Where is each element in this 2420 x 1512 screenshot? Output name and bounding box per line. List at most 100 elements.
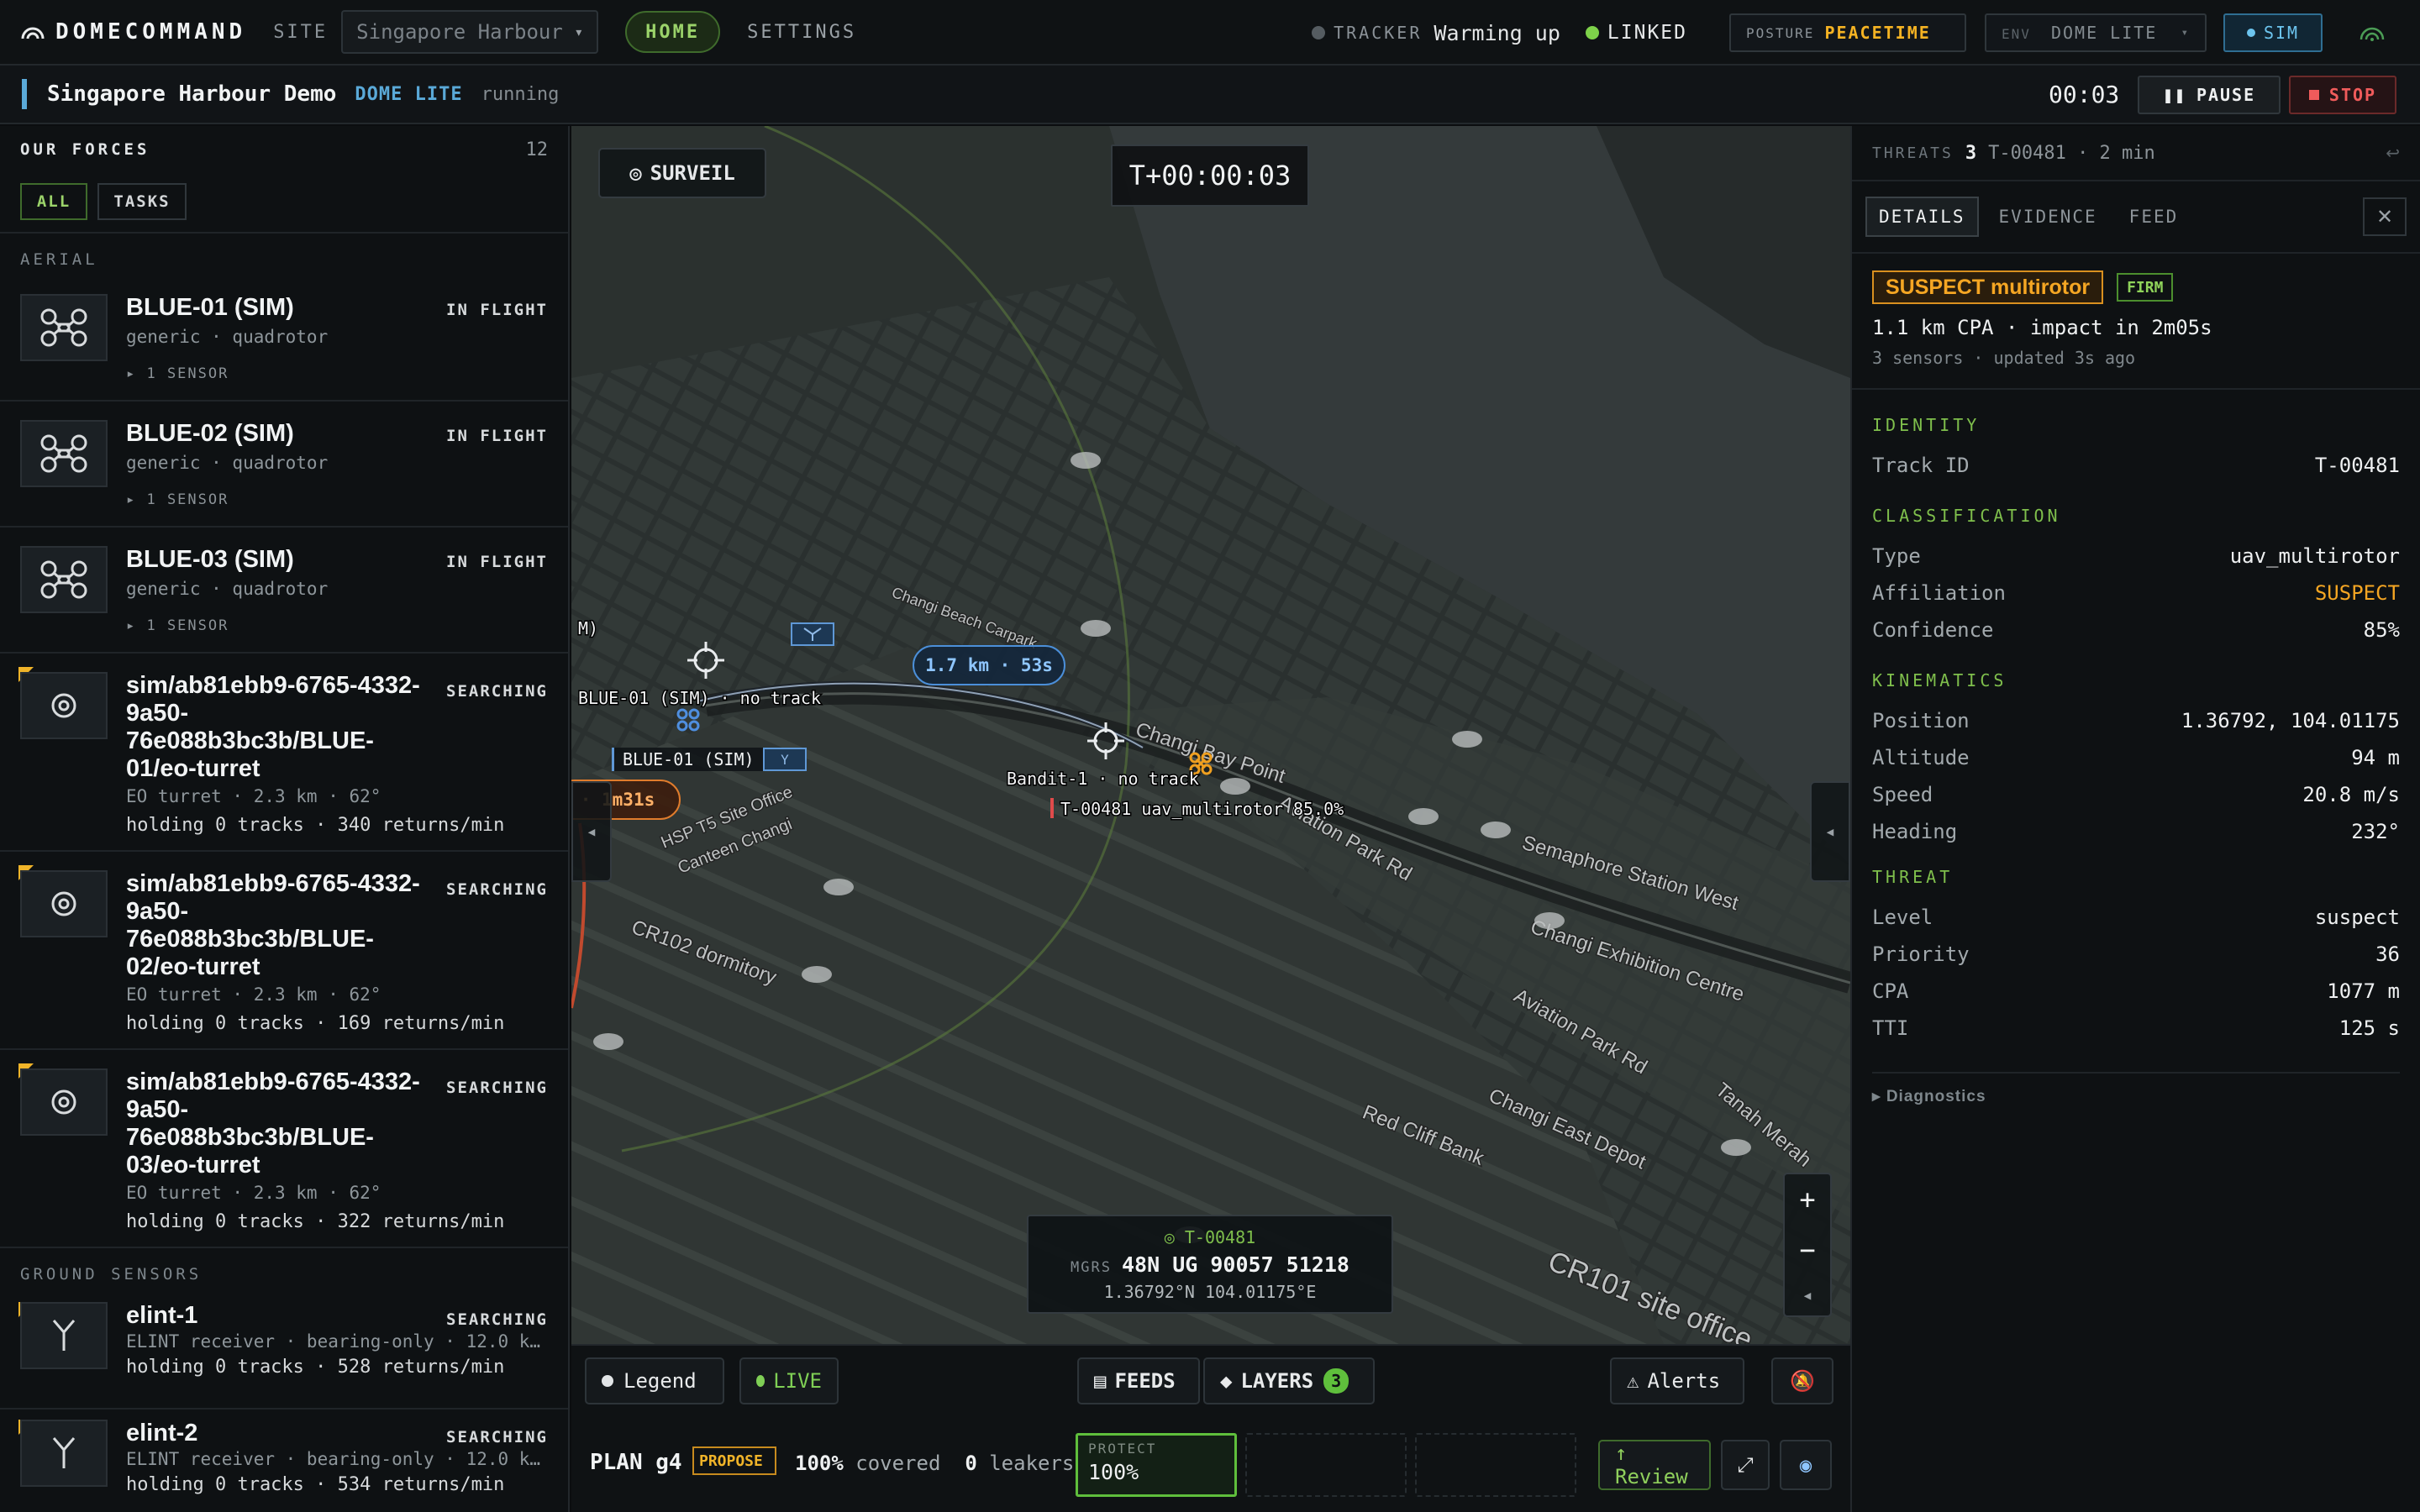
- classification-header: CLASSIFICATION: [1872, 506, 2061, 526]
- unit-type: generic · quadrotor: [126, 327, 329, 347]
- target-icon: ◎: [1164, 1226, 1175, 1247]
- live-button[interactable]: LIVE: [739, 1357, 839, 1404]
- feeds-button[interactable]: ▤ FEEDS: [1077, 1357, 1200, 1404]
- map-view[interactable]: Changi Bay Point Aviation Park Rd Semaph…: [571, 126, 1850, 1344]
- proposed-badge: PROPOSE: [692, 1446, 776, 1475]
- env-label: ENV: [2002, 26, 2031, 42]
- mgrs-value: 48N UG 90057 51218: [1122, 1252, 1349, 1277]
- detail-row: Type uav_multirotor: [1872, 544, 2400, 568]
- mission-clock: T+00:00:03: [1111, 144, 1309, 207]
- scenario-bar: Singapore Harbour Demo DOME LITE running…: [0, 66, 2420, 124]
- collapse-icon[interactable]: ↩: [2386, 143, 2400, 164]
- pause-icon: ❚❚: [2162, 85, 2186, 105]
- sensor-count[interactable]: ▸ 1 SENSOR: [126, 491, 548, 508]
- unit-status: SEARCHING: [446, 1079, 548, 1097]
- layers-icon: ◆: [1220, 1369, 1233, 1393]
- scenario-state: running: [481, 83, 560, 105]
- warning-icon: ⚠: [1627, 1369, 1639, 1393]
- list-item[interactable]: sim/ab81ebb9-6765-4332- 9a50- 76e088b3bc3b…: [0, 852, 568, 1050]
- list-item[interactable]: BLUE-03 (SIM) generic · quadrotor IN FLI…: [0, 528, 568, 654]
- diagnostics-toggle[interactable]: ▸ Diagnostics: [1872, 1072, 2400, 1106]
- detail-row: CPA 1077 m: [1872, 979, 2400, 1003]
- coverage-summary: 100% covered 0 leakers: [795, 1452, 1075, 1475]
- threats-summary[interactable]: T-00481 · 2 min: [1988, 143, 2155, 164]
- detail-row: Track ID T-00481: [1872, 454, 2400, 477]
- threats-count: 3: [1965, 142, 1977, 164]
- posture-pill[interactable]: POSTURE PEACETIME: [1729, 13, 1966, 52]
- detail-row: Affiliation SUSPECT: [1872, 581, 2400, 605]
- unit-tracks: holding 0 tracks · 528 returns/min: [126, 1357, 505, 1378]
- unit-tracks: holding 0 tracks · 534 returns/min: [126, 1474, 505, 1495]
- tab-details[interactable]: DETAILS: [1865, 197, 1979, 237]
- sensor-count[interactable]: ▸ 1 SENSOR: [126, 365, 548, 382]
- dome-logo-icon: [21, 27, 45, 39]
- threat-label[interactable]: T-00481 uav_multirotor 85.0%: [1060, 798, 1345, 821]
- satellite-map[interactable]: Changi Bay Point Aviation Park Rd Semaph…: [571, 126, 1850, 1344]
- eo-turret-icon: [20, 1068, 108, 1136]
- readout-track: ◎ T-00481: [1164, 1226, 1256, 1247]
- unit-type: generic · quadrotor: [126, 453, 329, 473]
- empty-slot[interactable]: [1245, 1433, 1407, 1497]
- tab-feed[interactable]: FEED: [2118, 197, 2191, 237]
- collapse-left-button[interactable]: ◂: [571, 781, 612, 882]
- range-chip[interactable]: 1.7 km · 53s: [913, 645, 1065, 685]
- blue-unit-tag[interactable]: BLUE-01 (SIM): [612, 748, 788, 771]
- filter-all[interactable]: ALL: [20, 183, 87, 220]
- protect-label: PROTECT: [1088, 1441, 1157, 1457]
- expand-icon[interactable]: ⤢: [1721, 1440, 1770, 1490]
- sensor-count[interactable]: ▸ 1 SENSOR: [126, 617, 548, 634]
- mute-alerts-button[interactable]: 🔕: [1771, 1357, 1833, 1404]
- detail-row: Altitude 94 m: [1872, 746, 2400, 769]
- list-item[interactable]: BLUE-01 (SIM) generic · quadrotor IN FLI…: [0, 276, 568, 402]
- filter-tasks[interactable]: TASKS: [97, 183, 187, 220]
- sim-toggle[interactable]: SIM: [2223, 13, 2323, 52]
- env-select[interactable]: ENV DOME LITE ▾: [1985, 13, 2207, 52]
- legend-button[interactable]: Legend: [585, 1357, 724, 1404]
- detail-row: Position 1.36792, 104.01175: [1872, 709, 2400, 732]
- zoom-in-button[interactable]: +: [1799, 1184, 1815, 1215]
- zoom-out-button[interactable]: −: [1799, 1234, 1815, 1266]
- layers-button[interactable]: ◆ LAYERS 3: [1203, 1357, 1375, 1404]
- stop-icon: [2308, 90, 2319, 100]
- detail-row: Priority 36: [1872, 942, 2400, 966]
- meta-line: 3 sensors · updated 3s ago: [1852, 339, 2420, 390]
- close-icon[interactable]: ✕: [2363, 197, 2407, 236]
- feeds-icon: ▤: [1094, 1369, 1107, 1393]
- protect-value: 100%: [1088, 1460, 1139, 1484]
- eo-turret-icon: [20, 870, 108, 937]
- stop-label: STOP: [2328, 85, 2377, 105]
- unit-tracks: holding 0 tracks · 340 returns/min: [126, 815, 505, 836]
- coordinate-readout: ◎ T-00481 MGRS 48N UG 90057 51218 1.36792…: [1027, 1215, 1393, 1314]
- unit-status: IN FLIGHT: [446, 301, 548, 319]
- detail-row: Heading 232°: [1872, 820, 2400, 843]
- brand[interactable]: DOMECOMMAND: [20, 19, 246, 45]
- collapse-right-button[interactable]: ◂: [1810, 781, 1850, 882]
- protect-slot[interactable]: PROTECT 100%: [1076, 1433, 1237, 1497]
- stop-button[interactable]: STOP: [2289, 76, 2396, 114]
- site-select-value: Singapore Harbour: [356, 20, 563, 44]
- list-item[interactable]: sim/ab81ebb9-6765-4332- 9a50- 76e088b3bc3b…: [0, 654, 568, 852]
- tab-evidence[interactable]: EVIDENCE: [1987, 197, 2109, 237]
- site-select[interactable]: Singapore Harbour ▾: [341, 10, 599, 54]
- surveil-mode-button[interactable]: ◎ SURVEIL: [598, 148, 766, 198]
- link-state: LINKED: [1607, 22, 1687, 44]
- signal-icon[interactable]: [2358, 24, 2386, 42]
- review-button[interactable]: ↑ Review: [1598, 1440, 1711, 1490]
- pause-button[interactable]: ❚❚ PAUSE: [2138, 76, 2281, 114]
- target-icon[interactable]: ◉: [1780, 1440, 1832, 1490]
- forces-title: OUR FORCES: [20, 140, 150, 159]
- latlon-value: 1.36792°N 104.01175°E: [1103, 1281, 1317, 1302]
- threat-class-badge: SUSPECT multirotor: [1872, 270, 2104, 304]
- scenario-accent: [22, 79, 27, 109]
- empty-slot[interactable]: [1415, 1433, 1576, 1497]
- list-item[interactable]: elint-2 ELINT receiver · bearing-only · …: [0, 1410, 568, 1512]
- nav-home[interactable]: HOME: [625, 11, 721, 53]
- list-item[interactable]: elint-1 ELINT receiver · bearing-only · …: [0, 1292, 568, 1410]
- alerts-button[interactable]: ⚠ Alerts: [1610, 1357, 1744, 1404]
- nav-settings[interactable]: SETTINGS: [747, 22, 856, 43]
- compass-icon[interactable]: ◂: [1802, 1285, 1812, 1306]
- list-item[interactable]: BLUE-02 (SIM) generic · quadrotor IN FLI…: [0, 402, 568, 528]
- detail-row: Level suspect: [1872, 906, 2400, 929]
- sim-label: SIM: [2263, 23, 2300, 43]
- list-item[interactable]: sim/ab81ebb9-6765-4332- 9a50- 76e088b3bc3b…: [0, 1050, 568, 1248]
